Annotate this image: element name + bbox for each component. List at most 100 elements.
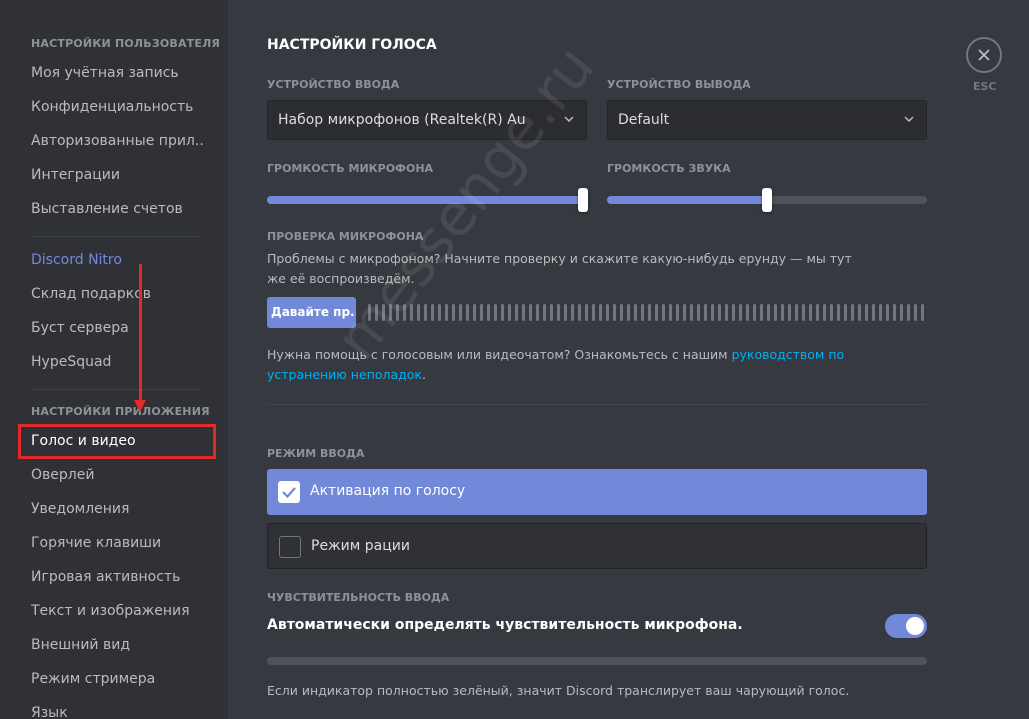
sidebar-item-discord-nitro[interactable]: Discord Nitro: [31, 252, 203, 268]
annotation-arrowhead-icon: [134, 400, 146, 412]
sidebar-item-text-images[interactable]: Текст и изображения: [31, 603, 203, 619]
sidebar-item-keybinds[interactable]: Горячие клавиши: [31, 535, 203, 551]
meter-tick: [851, 304, 854, 321]
sidebar-item-billing[interactable]: Выставление счетов: [31, 201, 203, 217]
push-to-talk-label: Режим рации: [311, 538, 410, 554]
sound-volume-label: ГРОМКОСТЬ ЗВУКА: [607, 162, 731, 175]
sidebar-divider: [31, 389, 201, 390]
meter-tick: [886, 304, 889, 321]
meter-tick: [452, 304, 455, 321]
sidebar-item-integrations[interactable]: Интеграции: [31, 167, 203, 183]
meter-tick: [571, 304, 574, 321]
toggle-knob: [906, 617, 924, 635]
mic-test-button[interactable]: Давайте пр...: [267, 297, 356, 328]
meter-tick: [536, 304, 539, 321]
sidebar-item-language[interactable]: Язык: [31, 705, 203, 719]
app-settings-header: НАСТРОЙКИ ПРИЛОЖЕНИЯ: [31, 405, 210, 418]
meter-tick: [830, 304, 833, 321]
output-device-label: УСТРОЙСТВО ВЫВОДА: [607, 78, 751, 91]
meter-tick: [480, 304, 483, 321]
input-device-label: УСТРОЙСТВО ВВОДА: [267, 78, 400, 91]
meter-tick: [914, 304, 917, 321]
mic-level-meter: [368, 304, 924, 321]
meter-tick: [662, 304, 665, 321]
meter-tick: [704, 304, 707, 321]
meter-tick: [879, 304, 882, 321]
meter-tick: [606, 304, 609, 321]
meter-tick: [564, 304, 567, 321]
output-device-value: Default: [618, 112, 670, 128]
sidebar-item-hypesquad[interactable]: HypeSquad: [31, 354, 203, 370]
meter-tick: [543, 304, 546, 321]
close-icon: [978, 49, 990, 61]
mic-volume-handle[interactable]: [578, 188, 588, 212]
meter-tick: [823, 304, 826, 321]
voice-activity-checkbox[interactable]: [278, 481, 300, 503]
meter-tick: [627, 304, 630, 321]
auto-sensitivity-toggle[interactable]: [885, 614, 927, 638]
sensitivity-note: Если индикатор полностью зелёный, значит…: [267, 683, 850, 698]
chevron-down-icon: [564, 116, 574, 122]
input-device-select[interactable]: Набор микрофонов (Realtek(R) Au: [267, 100, 587, 140]
sidebar-item-notifications[interactable]: Уведомления: [31, 501, 203, 517]
meter-tick: [753, 304, 756, 321]
meter-tick: [746, 304, 749, 321]
push-to-talk-checkbox[interactable]: [279, 536, 301, 558]
meter-tick: [473, 304, 476, 321]
meter-tick: [417, 304, 420, 321]
meter-tick: [900, 304, 903, 321]
meter-tick: [487, 304, 490, 321]
sidebar-item-gift-inventory[interactable]: Склад подарков: [31, 286, 203, 302]
mic-volume-label: ГРОМКОСТЬ МИКРОФОНА: [267, 162, 434, 175]
esc-label: ESC: [973, 80, 997, 93]
meter-tick: [641, 304, 644, 321]
meter-tick: [424, 304, 427, 321]
meter-tick: [774, 304, 777, 321]
sidebar-item-my-account[interactable]: Моя учётная запись: [31, 65, 203, 81]
meter-tick: [760, 304, 763, 321]
meter-tick: [634, 304, 637, 321]
sidebar-item-streamer-mode[interactable]: Режим стримера: [31, 671, 203, 687]
voice-activity-option[interactable]: Активация по голосу: [267, 469, 927, 515]
sound-volume-fill: [607, 196, 767, 204]
selection-highlight-box: [18, 424, 216, 459]
auto-sensitivity-label: Автоматически определять чувствительност…: [267, 617, 743, 633]
mic-volume-fill: [267, 196, 583, 204]
sidebar-item-privacy[interactable]: Конфиденциальность: [31, 99, 203, 115]
meter-tick: [669, 304, 672, 321]
chevron-down-icon: [904, 116, 914, 122]
user-settings-header: НАСТРОЙКИ ПОЛЬЗОВАТЕЛЯ: [31, 37, 221, 50]
sidebar-item-game-activity[interactable]: Игровая активность: [31, 569, 203, 585]
sidebar-item-authorized-apps[interactable]: Авторизованные прил...: [31, 133, 203, 149]
meter-tick: [396, 304, 399, 321]
close-button[interactable]: [966, 37, 1002, 73]
mic-volume-slider[interactable]: [267, 188, 588, 212]
meter-tick: [725, 304, 728, 321]
meter-tick: [494, 304, 497, 321]
mic-test-description: Проблемы с микрофоном? Начните проверку …: [267, 251, 852, 286]
sidebar-item-appearance[interactable]: Внешний вид: [31, 637, 203, 653]
sidebar-item-overlay[interactable]: Оверлей: [31, 467, 203, 483]
meter-tick: [809, 304, 812, 321]
input-mode-label: РЕЖИМ ВВОДА: [267, 447, 365, 460]
meter-tick: [375, 304, 378, 321]
meter-tick: [655, 304, 658, 321]
output-device-select[interactable]: Default: [607, 100, 927, 140]
section-divider: [267, 404, 927, 405]
meter-tick: [382, 304, 385, 321]
meter-tick: [767, 304, 770, 321]
meter-tick: [459, 304, 462, 321]
meter-tick: [515, 304, 518, 321]
meter-tick: [732, 304, 735, 321]
meter-tick: [795, 304, 798, 321]
sound-volume-slider[interactable]: [607, 188, 927, 212]
sound-volume-handle[interactable]: [762, 188, 772, 212]
push-to-talk-option[interactable]: Режим рации: [267, 523, 927, 569]
meter-tick: [781, 304, 784, 321]
meter-tick: [837, 304, 840, 321]
input-sensitivity-label: ЧУВСТВИТЕЛЬНОСТЬ ВВОДА: [267, 591, 450, 604]
sidebar-item-server-boost[interactable]: Буст сервера: [31, 320, 203, 336]
meter-tick: [557, 304, 560, 321]
meter-tick: [550, 304, 553, 321]
meter-tick: [368, 304, 371, 321]
